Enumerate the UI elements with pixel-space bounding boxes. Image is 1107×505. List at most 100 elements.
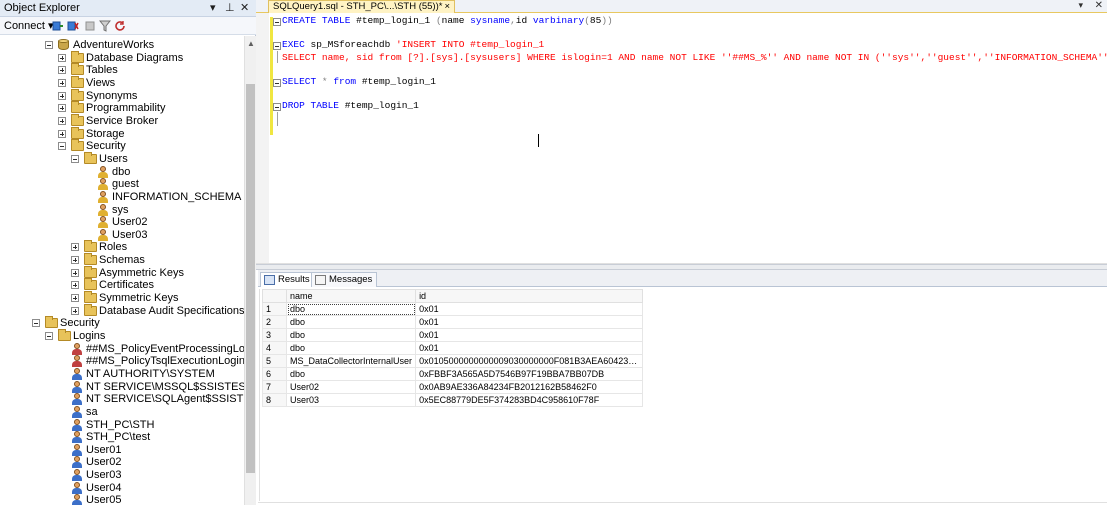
table-row[interactable]: 8 User03 0x5EC88779DE5F374283BD4C958610F78… [262, 393, 644, 407]
expand-plus-icon[interactable] [58, 116, 66, 125]
cell-id[interactable]: 0x01 [415, 341, 644, 355]
disconnect-icon[interactable] [67, 20, 79, 32]
tree-item-sa[interactable]: sa [0, 405, 244, 418]
tree-item-certificates[interactable]: Certificates [0, 278, 244, 291]
cell-id[interactable]: 0x5EC88779DE5F374283BD4C958610F78F [415, 393, 644, 407]
tree-item-adventureworks[interactable]: AdventureWorks [0, 39, 244, 51]
expand-plus-icon[interactable] [58, 79, 66, 87]
cell-id[interactable]: 0x01 [415, 302, 644, 316]
stop-icon[interactable] [84, 20, 96, 32]
tab-messages[interactable]: Messages [311, 272, 378, 287]
cell-name[interactable]: dbo [285, 315, 417, 329]
cell-id[interactable]: 0x01 [415, 315, 644, 329]
expand-plus-icon[interactable] [58, 66, 66, 75]
tree-item-storage[interactable]: Storage [0, 126, 244, 140]
tree-item-nt-service-mssql-ssistest[interactable]: NT SERVICE\MSSQL$SSISTEST [0, 380, 244, 393]
expand-plus-icon[interactable] [71, 268, 79, 277]
tree-item-logins[interactable]: Logins [0, 328, 244, 342]
cell-name[interactable]: User03 [285, 393, 417, 407]
fold-toggle-icon[interactable] [273, 103, 281, 111]
tree-item-user04[interactable]: User04 [0, 481, 244, 494]
pin-icon[interactable]: ⊥ [225, 1, 235, 14]
tree-item-roles[interactable]: Roles [0, 240, 244, 253]
expand-plus-icon[interactable] [71, 294, 79, 302]
sql-code[interactable]: CREATE TABLE #temp_login_1 (name sysname… [282, 15, 1107, 113]
cell-name[interactable]: MS_DataCollectorInternalUser [285, 354, 417, 368]
tree-item-sth-pc-test[interactable]: STH_PC\test [0, 431, 244, 444]
tree-item-user02[interactable]: User02 [0, 216, 244, 229]
cell-id[interactable]: 0x01 [415, 328, 644, 342]
tree-item-tables[interactable]: Tables [0, 63, 244, 76]
table-row[interactable]: 7 User02 0x0AB9AE336A84234FB2012162B58462F… [262, 380, 644, 394]
results-grid[interactable]: name id 1 dbo 0x01 2 dbo 0x01 3 dbo 0x01 4 dbo 0x01… [262, 289, 644, 407]
column-header-id[interactable]: id [415, 289, 644, 303]
refresh-icon[interactable] [114, 20, 126, 32]
connect-button[interactable]: Connect ▾ [4, 19, 54, 32]
tree-item-sys[interactable]: sys [0, 203, 244, 216]
query-editor[interactable]: CREATE TABLE #temp_login_1 (name sysname… [256, 13, 1107, 270]
tree-item-nt-authority-system[interactable]: NT AUTHORITY\SYSTEM [0, 367, 244, 380]
tree-item-user05[interactable]: User05 [0, 494, 244, 505]
table-row[interactable]: 3 dbo 0x01 [262, 328, 644, 342]
cell-id[interactable]: 0x0AB9AE336A84234FB2012162B58462F0 [415, 380, 644, 394]
expand-plus-icon[interactable] [58, 129, 66, 138]
tree-item-views[interactable]: Views [0, 76, 244, 89]
table-row[interactable]: 4 dbo 0x01 [262, 341, 644, 355]
tree-item-schemas[interactable]: Schemas [0, 253, 244, 266]
table-row[interactable]: 2 dbo 0x01 [262, 315, 644, 329]
cell-id[interactable]: 0xFBBF3A565A5D7546B97F19BBA7BB07DB [415, 367, 644, 381]
tab-sqlquery1[interactable]: SQLQuery1.sql - STH_PC\...\STH (55))* × [268, 0, 456, 13]
tree-item-security[interactable]: Security [0, 139, 244, 152]
tree-item-users[interactable]: Users [0, 151, 244, 165]
cell-name[interactable]: dbo [285, 302, 417, 316]
tab-results[interactable]: Results [260, 272, 315, 287]
expand-plus-icon[interactable] [71, 243, 79, 252]
cell-name[interactable]: dbo [285, 328, 417, 342]
expand-plus-icon[interactable] [71, 281, 79, 290]
tree-item-asymmetric-keys[interactable]: Asymmetric Keys [0, 265, 244, 279]
scrollbar-thumb[interactable] [246, 84, 255, 473]
tree-item-symmetric-keys[interactable]: Symmetric Keys [0, 291, 244, 304]
tab-close-icon[interactable]: × [444, 1, 450, 12]
tree-item-guest[interactable]: guest [0, 178, 244, 191]
tree-item-user03[interactable]: User03 [0, 469, 244, 482]
tree-item-synonyms[interactable]: Synonyms [0, 88, 244, 102]
tree-item-user03[interactable]: User03 [0, 228, 244, 241]
scroll-up-arrow-icon[interactable]: ▲ [247, 39, 255, 48]
tree-item-service-broker[interactable]: Service Broker [0, 113, 244, 127]
tree-item-dbo[interactable]: dbo [0, 165, 244, 178]
table-row[interactable]: 5 MS_DataCollectorInternalUser 0x010500000… [262, 354, 644, 368]
expand-plus-icon[interactable] [71, 306, 79, 315]
tree-item-sth-pc-sth[interactable]: STH_PC\STH [0, 418, 244, 431]
expand-plus-icon[interactable] [58, 91, 66, 100]
tree-item-information-schema[interactable]: INFORMATION_SCHEMA [0, 190, 244, 203]
expand-plus-icon[interactable] [58, 104, 66, 113]
cell-id[interactable]: 0x0105000000000009030000000F081B3AEA6042… [415, 354, 644, 368]
table-row[interactable]: 6 dbo 0xFBBF3A565A5D7546B97F19BBA7BB07DB [262, 367, 644, 381]
tree-item-programmability[interactable]: Programmability [0, 101, 244, 114]
fold-toggle-icon[interactable] [273, 18, 281, 26]
tree-item-database-diagrams[interactable]: Database Diagrams [0, 50, 244, 64]
collapse-minus-icon[interactable] [45, 331, 53, 340]
cell-name[interactable]: dbo [285, 367, 417, 381]
tree-item-security[interactable]: Security [0, 316, 244, 329]
connect-object-explorer-icon[interactable] [52, 20, 64, 32]
cell-name[interactable]: User02 [285, 380, 417, 394]
collapse-minus-icon[interactable] [32, 319, 40, 328]
collapse-minus-icon[interactable] [58, 142, 66, 151]
expand-plus-icon[interactable] [71, 256, 79, 265]
table-row[interactable]: 1 dbo 0x01 [262, 302, 644, 316]
expand-plus-icon[interactable] [58, 53, 66, 62]
collapse-minus-icon[interactable] [45, 41, 53, 49]
tab-list-dropdown-icon[interactable]: ▾ [1078, 0, 1083, 11]
tree-item-user01[interactable]: User01 [0, 443, 244, 456]
fold-toggle-icon[interactable] [273, 42, 281, 50]
tree-item-ms-policytsqlexecutionlogin[interactable]: ##MS_PolicyTsqlExecutionLogin## [0, 355, 244, 368]
object-explorer-scrollbar[interactable]: ▲ [244, 36, 256, 505]
close-document-icon[interactable]: ✕ [1095, 0, 1103, 11]
column-header-name[interactable]: name [285, 289, 417, 303]
tree-item-database-audit-specifications[interactable]: Database Audit Specifications [0, 303, 244, 317]
fold-toggle-icon[interactable] [273, 79, 281, 87]
tree-item-user02[interactable]: User02 [0, 456, 244, 469]
collapse-minus-icon[interactable] [71, 154, 79, 163]
